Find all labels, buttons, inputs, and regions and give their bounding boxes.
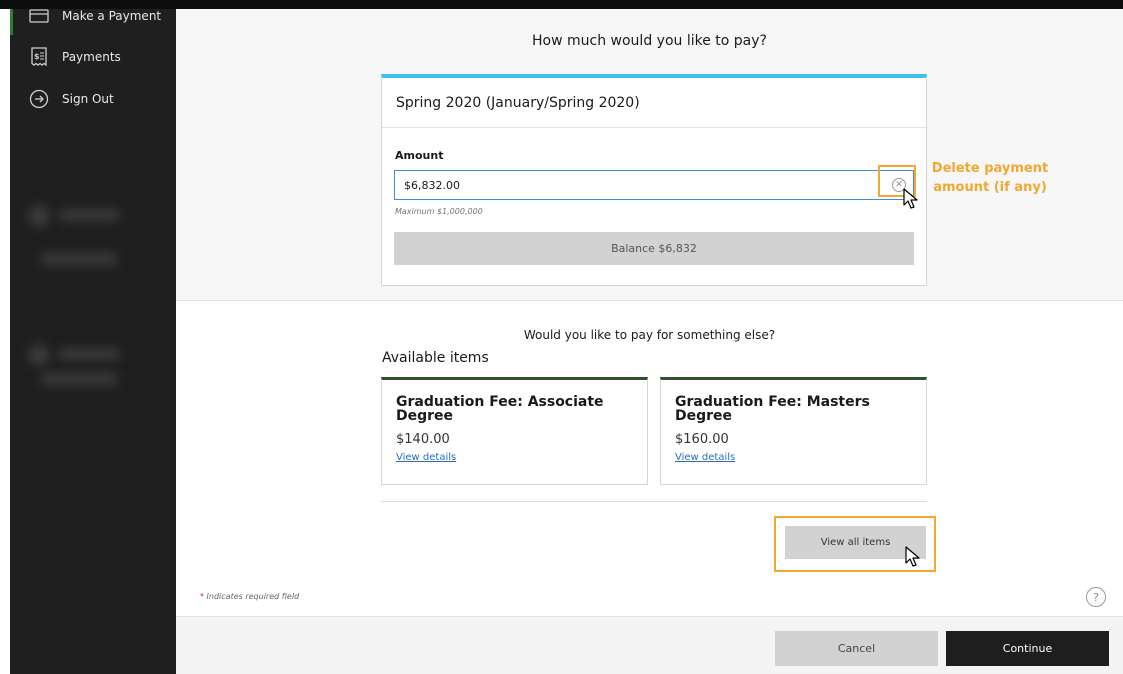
- card-icon: [28, 9, 50, 27]
- footer-bar: Cancel Continue: [176, 616, 1123, 674]
- blurred-text: [40, 373, 118, 385]
- receipt-icon: $: [28, 46, 50, 68]
- item-card-associate: Graduation Fee: Associate Degree $140.00…: [381, 377, 648, 485]
- sign-out-icon: [28, 88, 50, 110]
- required-field-note: * Indicates required field: [200, 592, 299, 601]
- balance-button[interactable]: Balance $6,832: [394, 232, 914, 265]
- help-icon[interactable]: ?: [1086, 587, 1106, 607]
- view-details-link[interactable]: View details: [675, 452, 735, 463]
- divider: [381, 501, 927, 502]
- sidebar-item-label: Payments: [62, 50, 121, 64]
- payment-amount-section: How much would you like to pay? Spring 2…: [176, 9, 1123, 301]
- continue-button[interactable]: Continue: [946, 631, 1109, 666]
- blurred-text: [40, 253, 118, 265]
- available-items-title: Available items: [382, 350, 489, 366]
- item-price: $160.00: [675, 432, 729, 447]
- highlight-box-view-all: [774, 516, 936, 572]
- blurred-avatar: [28, 344, 50, 366]
- item-name: Graduation Fee: Masters Degree: [675, 394, 870, 424]
- pay-something-else-title: Would you like to pay for something else…: [523, 328, 776, 342]
- maximum-hint: Maximum $1,000,000: [395, 207, 483, 216]
- blurred-text: [58, 348, 120, 360]
- svg-text:$: $: [34, 52, 40, 61]
- page-title: How much would you like to pay?: [532, 33, 767, 49]
- highlight-box-clear: [878, 165, 916, 197]
- amount-label: Amount: [395, 149, 444, 162]
- term-name: Spring 2020 (January/Spring 2020): [382, 78, 926, 128]
- sidebar: Make a Payment $ Payments Sign Out: [10, 9, 176, 674]
- top-bar: [0, 0, 1123, 9]
- term-card: Spring 2020 (January/Spring 2020) Amount…: [381, 74, 927, 286]
- required-note-text: Indicates required field: [206, 592, 300, 601]
- sidebar-item-label: Sign Out: [62, 92, 114, 106]
- blurred-text: [58, 209, 120, 221]
- cancel-button[interactable]: Cancel: [775, 631, 938, 666]
- left-edge: [0, 9, 10, 674]
- main-content: How much would you like to pay? Spring 2…: [176, 9, 1123, 674]
- sidebar-item-payments[interactable]: $ Payments: [10, 42, 176, 72]
- sidebar-item-sign-out[interactable]: Sign Out: [10, 84, 176, 114]
- item-price: $140.00: [396, 432, 450, 447]
- item-name: Graduation Fee: Associate Degree: [396, 394, 604, 424]
- view-details-link[interactable]: View details: [396, 452, 456, 463]
- annotation-text: Delete payment amount (if any): [931, 161, 1049, 195]
- blurred-avatar: [28, 205, 50, 227]
- amount-input[interactable]: [394, 170, 914, 200]
- sidebar-item-label: Make a Payment: [62, 9, 162, 23]
- required-star: *: [200, 592, 204, 601]
- item-card-masters: Graduation Fee: Masters Degree $160.00 V…: [660, 377, 927, 485]
- sidebar-item-make-payment[interactable]: Make a Payment: [10, 9, 176, 31]
